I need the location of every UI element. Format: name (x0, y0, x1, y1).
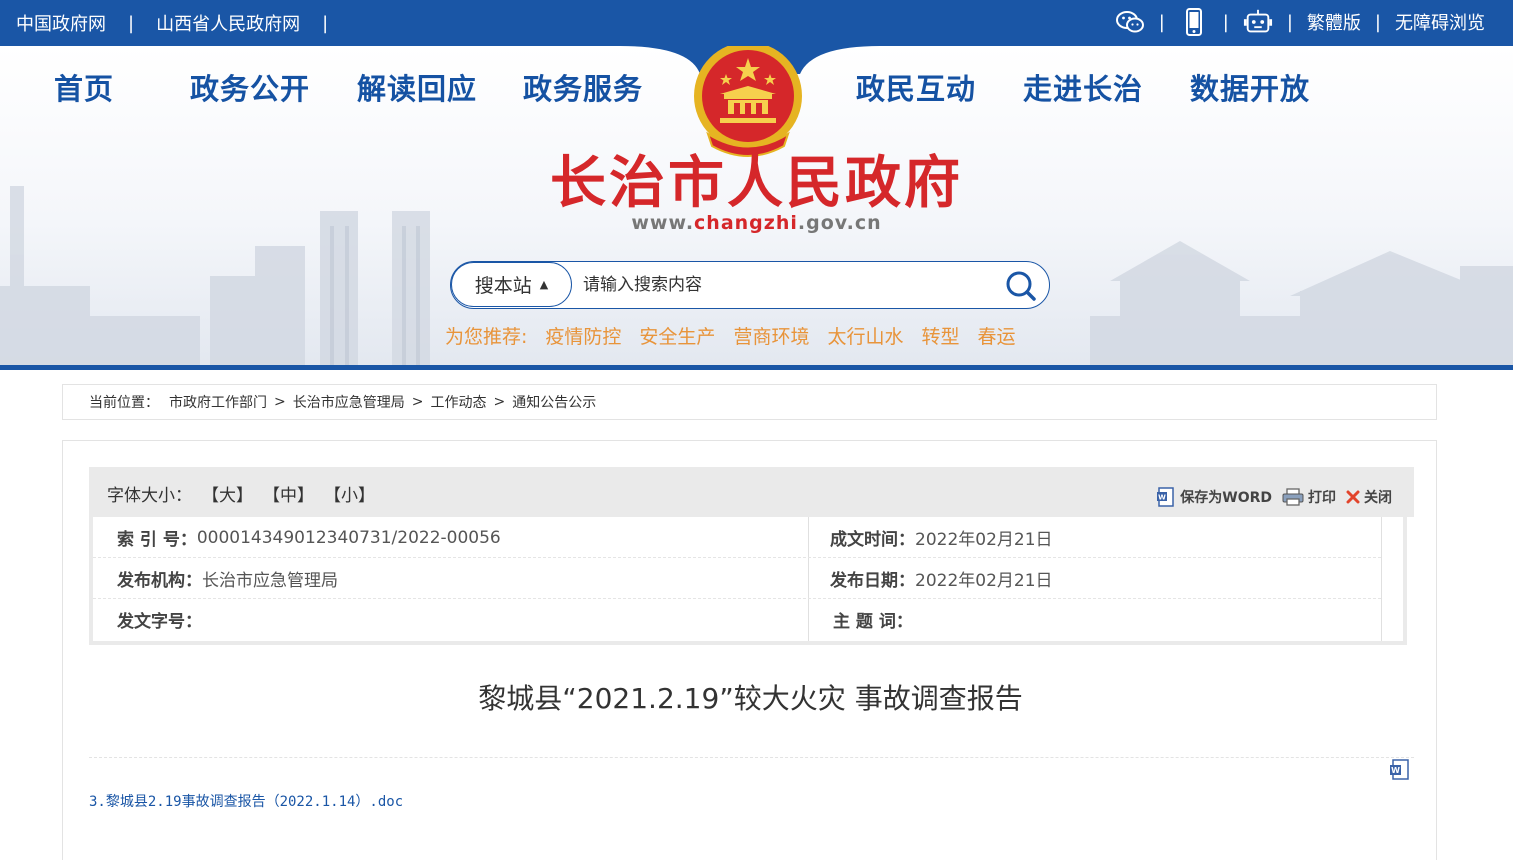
separator: | (1374, 11, 1381, 33)
nav-interpretation[interactable]: 解读回应 (357, 66, 477, 108)
nav-about-city[interactable]: 走进长治 (1023, 66, 1143, 108)
recommend-keyword[interactable]: 疫情防控 (545, 322, 621, 349)
font-size-label: 字体大小： (107, 486, 192, 506)
accessibility-link[interactable]: 无障碍浏览 (1395, 9, 1485, 35)
separator: | (128, 12, 135, 34)
breadcrumb-item[interactable]: 工作动态 (430, 392, 486, 412)
nav-open-data[interactable]: 数据开放 (1190, 66, 1310, 108)
search-scope-dropdown[interactable]: 搜本站 ▲ (451, 262, 572, 307)
published-date-label: 发布日期： (830, 571, 915, 591)
site-header: 首页 政务公开 解读回应 政务服务 政民互动 走进长治 数据开放 长治市人民政府… (0, 46, 1513, 366)
word-doc-icon[interactable]: W (1389, 759, 1411, 781)
recommend-keyword[interactable]: 营商环境 (733, 322, 809, 349)
font-size-large[interactable]: 【大】 (202, 481, 253, 506)
close-button[interactable]: 关闭 (1346, 487, 1392, 507)
save-word-button[interactable]: W 保存为WORD (1156, 487, 1272, 507)
search-input[interactable] (583, 270, 983, 300)
recommend-keyword[interactable]: 安全生产 (639, 322, 715, 349)
breadcrumb-item[interactable]: 通知公告公示 (512, 392, 596, 412)
metadata-row: 索 引 号： 000014349012340731/2022-00056 成文时… (93, 517, 1381, 558)
breadcrumb-item[interactable]: 市政府工作部门 (169, 392, 267, 412)
print-button[interactable]: 打印 (1282, 487, 1336, 507)
nav-interaction[interactable]: 政民互动 (856, 66, 976, 108)
url-highlight: changzhi (694, 212, 798, 234)
header-divider (0, 365, 1513, 370)
article-actions: W 保存为WORD 打印 关闭 (1146, 487, 1392, 507)
column-divider (1381, 517, 1382, 641)
index-number-value: 000014349012340731/2022-00056 (196, 527, 501, 548)
nav-home[interactable]: 首页 (54, 66, 114, 108)
nav-government-affairs[interactable]: 政务公开 (190, 66, 310, 108)
document-number-label: 发文字号： (117, 612, 202, 632)
caret-up-icon: ▲ (539, 278, 549, 291)
save-word-label: 保存为WORD (1180, 490, 1272, 506)
index-number-label: 索 引 号： (117, 530, 197, 550)
search-box: 搜本站 ▲ (450, 261, 1050, 309)
close-icon (1346, 490, 1360, 504)
font-size-medium[interactable]: 【中】 (263, 481, 314, 506)
svg-text:W: W (1158, 494, 1166, 502)
top-links: 中国政府网 | 山西省人民政府网 | (16, 10, 350, 36)
recommend-bar: 为您推荐: 疫情防控 安全生产 营商环境 太行山水 转型 春运 (445, 322, 1034, 349)
print-label: 打印 (1308, 490, 1336, 506)
link-china-gov[interactable]: 中国政府网 (16, 10, 106, 36)
separator: | (322, 12, 329, 34)
word-doc-icon: W (1157, 487, 1174, 507)
metadata-row: 发文字号： 主 题 词： (93, 599, 1381, 640)
article-toolbar: 字体大小： 【大】 【中】 【小】 W 保存为WORD 打印 关闭 (89, 467, 1414, 517)
top-tools: | | | 繁體版 | 无障碍浏览 (1115, 8, 1485, 36)
created-date-label: 成文时间： (830, 530, 915, 550)
breadcrumb-separator: > (493, 394, 506, 410)
search-scope-label: 搜本站 (474, 275, 532, 297)
published-date-value: 2022年02月21日 (915, 571, 1053, 591)
separator: | (1222, 11, 1229, 33)
publisher-value: 长治市应急管理局 (202, 571, 338, 591)
font-size-selector: 字体大小： 【大】 【中】 【小】 (107, 481, 375, 506)
document-metadata: 索 引 号： 000014349012340731/2022-00056 成文时… (89, 515, 1407, 645)
traditional-chinese-link[interactable]: 繁體版 (1307, 9, 1361, 35)
url-suffix: .gov.cn (797, 212, 882, 234)
top-bar: 中国政府网 | 山西省人民政府网 | | | | 繁體版 | 无障碍浏览 (0, 0, 1513, 46)
svg-text:W: W (1391, 766, 1400, 775)
site-url: www.changzhi.gov.cn (0, 212, 1513, 234)
breadcrumb-separator: > (411, 394, 424, 410)
breadcrumb-label: 当前位置： (89, 395, 159, 411)
printer-icon (1282, 488, 1304, 506)
search-icon[interactable] (1005, 270, 1037, 302)
recommend-keyword[interactable]: 转型 (921, 322, 959, 349)
created-date-value: 2022年02月21日 (915, 530, 1053, 550)
article-container: 字体大小： 【大】 【中】 【小】 W 保存为WORD 打印 关闭 索 引 号：… (62, 440, 1437, 860)
robot-icon[interactable] (1243, 8, 1273, 36)
subject-label: 主 题 词： (833, 612, 913, 632)
font-size-small[interactable]: 【小】 (324, 481, 375, 506)
metadata-row: 发布机构： 长治市应急管理局 发布日期： 2022年02月21日 (93, 558, 1381, 599)
site-title: 长治市人民政府 (550, 150, 963, 216)
recommend-keyword[interactable]: 太行山水 (827, 322, 903, 349)
attachment-link[interactable]: 3.黎城县2.19事故调查报告（2022.1.14）.doc (89, 791, 403, 811)
title-divider (89, 757, 1414, 758)
separator: | (1286, 11, 1293, 33)
recommend-label: 为您推荐: (445, 326, 528, 348)
breadcrumb-item[interactable]: 长治市应急管理局 (293, 392, 405, 412)
close-label: 关闭 (1364, 490, 1392, 506)
separator: | (1158, 11, 1165, 33)
breadcrumb-separator: > (274, 394, 286, 410)
breadcrumb: 当前位置： 市政府工作部门 > 长治市应急管理局 > 工作动态 > 通知公告公示 (62, 384, 1437, 420)
wechat-icon[interactable] (1115, 8, 1145, 36)
recommend-keyword[interactable]: 春运 (977, 322, 1015, 349)
nav-services[interactable]: 政务服务 (523, 66, 643, 108)
url-prefix: www. (631, 212, 695, 234)
document-title: 黎城县“2021.2.19”较大火灾 事故调查报告 (478, 682, 1023, 715)
mobile-icon[interactable] (1179, 8, 1209, 36)
publisher-label: 发布机构： (117, 571, 202, 591)
link-shanxi-gov[interactable]: 山西省人民政府网 (156, 10, 300, 36)
